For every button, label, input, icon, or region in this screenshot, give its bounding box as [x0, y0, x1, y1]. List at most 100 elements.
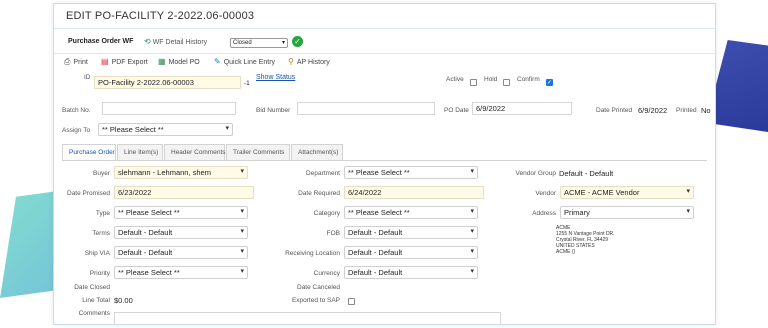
page-title: EDIT PO-FACILITY 2-2022.06-00003: [66, 10, 255, 22]
bid-number-field[interactable]: [297, 102, 435, 115]
printed-value: No: [701, 106, 711, 115]
confirm-check-icon[interactable]: ✓: [292, 36, 303, 47]
exported-to-sap-label: Exported to SAP: [291, 297, 340, 304]
po-edit-panel: EDIT PO-FACILITY 2-2022.06-00003 Purchas…: [53, 3, 716, 325]
history-icon: ⟲: [144, 37, 151, 46]
chevron-down-icon: ▾: [470, 168, 474, 175]
assign-to-select[interactable]: ** Please Select ** ▾: [98, 123, 233, 136]
address-line: ACME (): [556, 249, 576, 255]
chevron-down-icon: ▾: [686, 188, 690, 195]
tab-attachments[interactable]: Attachment(s): [291, 144, 343, 160]
ap-history-button[interactable]: ⚲ AP History: [288, 57, 330, 66]
chevron-down-icon: ▾: [470, 268, 474, 275]
date-canceled-label: Date Canceled: [297, 284, 340, 291]
buyer-label: Buyer: [93, 170, 110, 177]
chevron-down-icon: ▾: [240, 268, 244, 275]
chevron-down-icon: ▾: [470, 228, 474, 235]
date-promised-field[interactable]: 6/23/2022: [114, 186, 254, 199]
department-label: Department: [306, 170, 340, 177]
chevron-down-icon: ▾: [470, 208, 474, 215]
type-select[interactable]: ** Please Select ** ▾: [114, 206, 248, 219]
ship-via-select[interactable]: Default - Default ▾: [114, 246, 248, 259]
hold-checkbox[interactable]: [503, 79, 510, 86]
date-required-field[interactable]: 6/24/2022: [344, 186, 484, 199]
chevron-down-icon: ▾: [686, 208, 690, 215]
tab-divider: [62, 160, 707, 161]
priority-select[interactable]: ** Please Select ** ▾: [114, 266, 248, 279]
date-required-label: Date Required: [298, 190, 340, 197]
show-status-link[interactable]: Show Status: [256, 74, 295, 81]
id-label: ID: [84, 74, 91, 81]
buyer-select[interactable]: slehmann - Lehmann, shem ▾: [114, 166, 248, 179]
ship-via-label: Ship VIA: [84, 250, 110, 257]
history-icon: ⚲: [288, 57, 294, 66]
type-label: Type: [95, 210, 110, 217]
priority-label: Priority: [89, 270, 110, 277]
department-select[interactable]: ** Please Select ** ▾: [344, 166, 478, 179]
chevron-down-icon: ▾: [240, 168, 244, 175]
batch-label: Batch No.: [62, 107, 91, 114]
category-label: Category: [313, 210, 340, 217]
tab-trailer-comments[interactable]: Trailer Comments: [226, 144, 290, 160]
pdf-export-button[interactable]: ▤ PDF Export: [101, 57, 148, 66]
tab-purchase-order[interactable]: Purchase Order: [62, 144, 116, 160]
workflow-label: Purchase Order WF: [68, 38, 134, 45]
chevron-down-icon: ▾: [281, 40, 285, 46]
title-divider: [54, 28, 715, 29]
receiving-location-select[interactable]: Default - Default ▾: [344, 246, 478, 259]
chevron-down-icon: ▾: [470, 248, 474, 255]
confirm-label: Confirm: [517, 76, 540, 83]
model-po-button[interactable]: ▦ Model PO: [158, 57, 200, 66]
assign-to-label: Assign To: [62, 127, 91, 134]
date-promised-label: Date Promised: [67, 190, 110, 197]
terms-select[interactable]: Default - Default ▾: [114, 226, 248, 239]
po-date-field[interactable]: 6/9/2022: [472, 102, 572, 115]
comments-field[interactable]: [114, 312, 501, 324]
id-field[interactable]: PO-Facility 2-2022.06-00003: [94, 76, 241, 89]
hold-label: Hold: [484, 76, 498, 83]
confirm-checkbox[interactable]: ✓: [546, 79, 553, 86]
print-button[interactable]: ⎙ Print: [64, 57, 88, 67]
vendor-select[interactable]: ACME - ACME Vendor ▾: [560, 186, 694, 199]
address-label: Address: [532, 210, 556, 217]
date-closed-label: Date Closed: [74, 284, 110, 291]
fob-label: FOB: [326, 230, 340, 237]
model-icon: ▦: [158, 57, 166, 66]
wf-detail-history-link[interactable]: ⟲ WF Detail History: [144, 37, 207, 46]
terms-label: Terms: [92, 230, 110, 237]
comments-label: Comments: [78, 310, 110, 317]
tab-header-comments[interactable]: Header Comments: [164, 144, 226, 160]
vendor-group-label: Vendor Group: [515, 170, 556, 177]
pdf-icon: ▤: [101, 57, 109, 66]
date-printed-label: Date Printed: [596, 107, 633, 114]
workflow-status-select[interactable]: Closed ▾: [230, 38, 288, 48]
currency-select[interactable]: Default - Default ▾: [344, 266, 478, 279]
line-total-label: Line Total: [82, 297, 110, 304]
edit-icon: ✎: [214, 57, 221, 66]
category-select[interactable]: ** Please Select ** ▾: [344, 206, 478, 219]
vendor-label: Vendor: [535, 190, 556, 197]
vendor-address-block: ACME 1255 N Vantage Point DR. Crystal Ri…: [556, 225, 615, 255]
line-total-value: $0.00: [114, 296, 133, 305]
exported-to-sap-checkbox[interactable]: [348, 298, 355, 305]
address-select[interactable]: Primary ▾: [560, 206, 694, 219]
active-label: Active: [446, 76, 464, 83]
chevron-down-icon: ▾: [240, 228, 244, 235]
chevron-down-icon: ▾: [240, 208, 244, 215]
workflow-divider: [54, 53, 715, 54]
active-checkbox[interactable]: [470, 79, 477, 86]
quick-line-entry-button[interactable]: ✎ Quick Line Entry: [214, 57, 275, 66]
chevron-down-icon: ▾: [240, 248, 244, 255]
id-suffix: -1: [244, 80, 250, 87]
tab-line-items[interactable]: Line Item(s): [117, 144, 163, 160]
receiving-location-label: Receiving Location: [285, 250, 340, 257]
bid-number-label: Bid Number: [256, 107, 291, 114]
po-date-label: PO Date: [444, 107, 469, 114]
workflow-bar: Purchase Order WF ⟲ WF Detail History Clo…: [54, 32, 715, 54]
printer-icon: ⎙: [64, 57, 71, 66]
fob-select[interactable]: Default - Default ▾: [344, 226, 478, 239]
batch-number-field[interactable]: [102, 102, 236, 115]
printed-label: Printed: [676, 107, 697, 114]
vendor-group-value: Default - Default: [559, 169, 614, 178]
currency-label: Currency: [313, 270, 340, 277]
